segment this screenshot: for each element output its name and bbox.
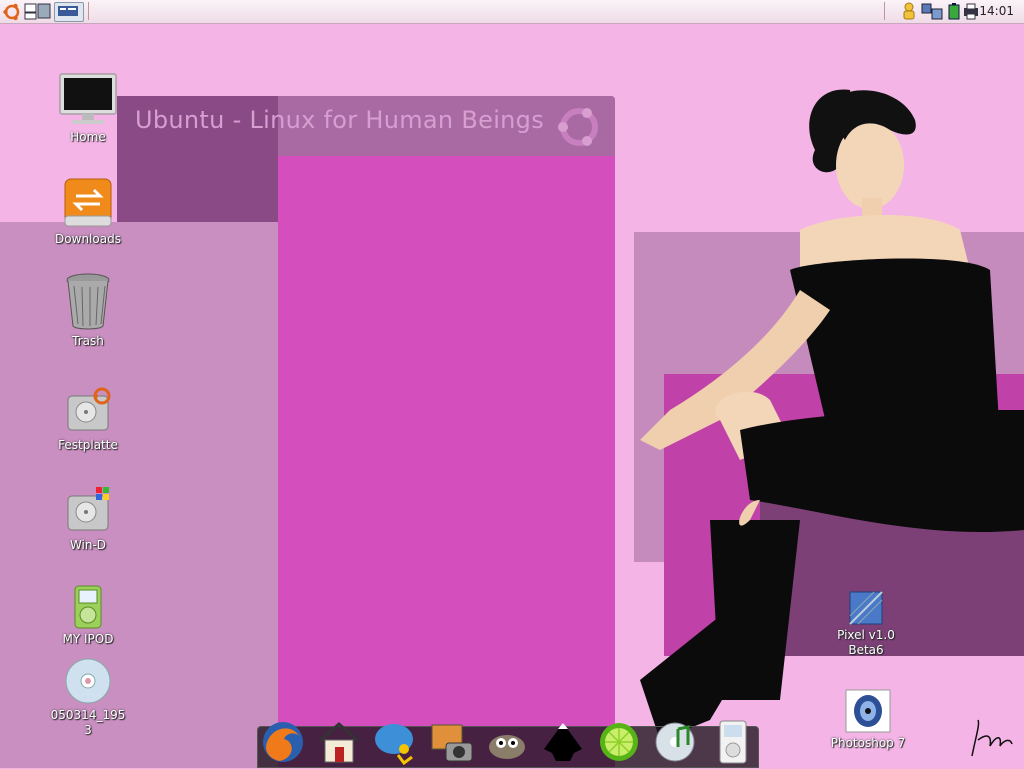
desktop-icon-label: MY IPOD	[62, 632, 114, 646]
desktop-icon-label: Festplatte	[58, 438, 118, 452]
monitor-icon	[59, 73, 117, 124]
workspace-switcher-icon[interactable]	[54, 2, 84, 22]
harddisk-ubuntu-icon	[67, 387, 111, 431]
cdrom-icon	[65, 658, 111, 704]
desktop-icon-downloads[interactable]: Downloads	[38, 176, 138, 247]
desktop-icon-festplatte[interactable]: Festplatte	[38, 384, 138, 453]
desktop-icon-pixel[interactable]: Pixel v1.0 Beta6	[816, 590, 916, 658]
panel-clock[interactable]: 14:01	[979, 4, 1014, 18]
trash-icon	[66, 273, 110, 330]
desktop-icon-label: Win-D	[69, 538, 107, 552]
home-folder-icon[interactable]	[316, 719, 362, 765]
desktop-icon-label: Trash	[72, 334, 104, 348]
desktop-icon-cdrom[interactable]: 050314_195 3	[38, 656, 138, 738]
desktop-icon-photoshop[interactable]: Photoshop 7	[818, 688, 918, 751]
desktop-icon-label: Downloads	[55, 232, 121, 246]
desktop-icon-win-d[interactable]: Win-D	[38, 484, 138, 553]
user-icon[interactable]	[900, 2, 918, 20]
photo-camera-icon[interactable]	[428, 719, 474, 765]
network-settings-icon[interactable]	[920, 2, 944, 20]
firefox-icon[interactable]	[260, 719, 306, 765]
artist-signature	[971, 719, 1013, 757]
wallpaper-magenta-panel	[278, 156, 615, 768]
wallpaper-banner-title: Ubuntu - Linux for Human Beings	[135, 106, 545, 134]
top-panel: 14:01	[0, 0, 1024, 24]
desktop-icon-label: Home	[70, 130, 106, 144]
ipod-icon	[74, 585, 102, 629]
ubuntu-menu-icon[interactable]	[2, 2, 22, 21]
music-cd-icon[interactable]	[652, 719, 698, 765]
ubuntu-logo-icon	[552, 100, 606, 158]
battery-icon[interactable]	[946, 2, 962, 20]
gimp-icon[interactable]	[484, 719, 530, 765]
drive-downloads-icon	[64, 178, 112, 227]
lime-icon[interactable]	[596, 719, 642, 765]
inkscape-icon[interactable]	[540, 719, 586, 765]
desktop-icon-home[interactable]: Home	[38, 72, 138, 145]
dock-bar	[257, 720, 759, 768]
desktop-icon-trash[interactable]: Trash	[38, 272, 138, 349]
pixel-app-icon	[849, 591, 883, 625]
wallpaper-woman-illustration	[640, 89, 1024, 740]
ipod-dock-icon[interactable]	[710, 719, 756, 765]
desktop-icon-label: Pixel v1.0 Beta6	[837, 628, 895, 657]
printer-icon[interactable]	[962, 2, 980, 20]
harddisk-windows-icon	[67, 487, 109, 531]
chat-icon[interactable]	[372, 719, 418, 766]
desktop-icon-label: 050314_195 3	[50, 708, 126, 737]
desktop-icon-label: Photoshop 7	[830, 736, 906, 750]
photoshop-icon	[845, 689, 891, 733]
window-list-icon[interactable]	[24, 2, 52, 20]
desktop-icon-my-ipod[interactable]: MY IPOD	[38, 584, 138, 647]
